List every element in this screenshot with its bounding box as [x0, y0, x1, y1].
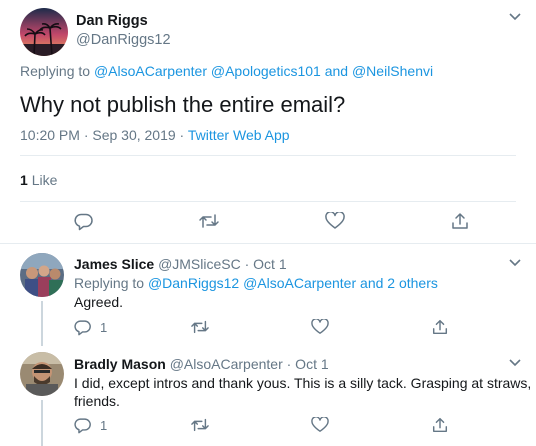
retweet-icon	[190, 318, 210, 336]
tweet-source-link[interactable]: Twitter Web App	[188, 127, 290, 143]
likes-stat[interactable]: 1 Like	[20, 172, 57, 188]
reply-text-line: I did, except intros and thank yous. Thi…	[74, 375, 532, 391]
likes-label: Like	[31, 172, 58, 188]
reply-icon	[74, 416, 92, 434]
reply-avatar[interactable]	[20, 352, 64, 396]
reply-meta[interactable]: @JMSliceSC · Oct 1	[158, 256, 287, 272]
reply-header: James Slice @JMSliceSC · Oct 1	[74, 256, 287, 272]
retweet-icon	[190, 416, 210, 434]
reply-header: Bradly Mason @AlsoACarpenter · Oct 1	[74, 356, 329, 372]
reply-replying-to: Replying to @DanRiggs12 @AlsoACarpenter …	[74, 275, 438, 291]
share-icon	[431, 416, 449, 434]
tweet-text: Why not publish the entire email?	[20, 92, 346, 117]
reply-text: I did, except intros and thank yous. Thi…	[74, 374, 531, 410]
replying-to-label: Replying to	[74, 275, 145, 291]
share-icon	[450, 211, 470, 231]
reply-button[interactable]: 1	[74, 416, 107, 434]
mention-others[interactable]: and 2 others	[360, 275, 438, 291]
reply-author-name[interactable]: Bradly Mason	[74, 356, 166, 372]
reply-menu-chevron-icon[interactable]	[508, 358, 522, 368]
retweet-button[interactable]	[190, 416, 210, 434]
mention-and: and	[324, 63, 349, 79]
thread-line	[41, 301, 43, 346]
mention-link[interactable]: @NeilShenvi	[352, 63, 433, 79]
mention-link[interactable]: @DanRiggs12	[148, 275, 239, 291]
reply-icon	[74, 211, 94, 231]
share-button[interactable]	[431, 318, 449, 336]
replying-to: Replying to @AlsoACarpenter @Apologetics…	[20, 63, 433, 79]
share-button[interactable]	[431, 416, 449, 434]
reply-button[interactable]	[74, 211, 94, 231]
reply-meta[interactable]: @AlsoACarpenter · Oct 1	[170, 356, 329, 372]
author-handle[interactable]: @DanRiggs12	[76, 32, 171, 48]
reply-menu-chevron-icon[interactable]	[508, 258, 522, 268]
reply-avatar[interactable]	[20, 253, 64, 297]
tweet-menu-chevron-icon[interactable]	[508, 12, 522, 22]
retweet-button[interactable]	[198, 211, 220, 231]
mention-link[interactable]: @Apologetics101	[211, 63, 321, 79]
mention-link[interactable]: @AlsoACarpenter	[243, 275, 356, 291]
tweet-timestamp-row: 10:20 PM · Sep 30, 2019 · Twitter Web Ap…	[20, 127, 290, 143]
reply-count: 1	[100, 319, 108, 335]
likes-count: 1	[20, 172, 28, 188]
reply-count: 1	[100, 417, 108, 433]
divider	[0, 243, 536, 244]
share-button[interactable]	[450, 211, 470, 231]
divider	[20, 155, 516, 156]
reply-text: Agreed.	[74, 294, 124, 310]
like-icon	[311, 417, 329, 433]
reply-icon	[74, 318, 92, 336]
like-button[interactable]	[311, 417, 329, 433]
reply-author-name[interactable]: James Slice	[74, 256, 154, 272]
divider	[20, 201, 516, 202]
author-name[interactable]: Dan Riggs	[76, 13, 148, 29]
replying-to-label: Replying to	[20, 63, 91, 79]
tweet-timestamp[interactable]: 10:20 PM · Sep 30, 2019 ·	[20, 127, 184, 143]
thread-line	[41, 400, 43, 446]
retweet-icon	[198, 211, 220, 231]
like-icon	[311, 319, 329, 335]
like-icon	[325, 212, 345, 230]
author-avatar[interactable]	[20, 8, 68, 56]
share-icon	[431, 318, 449, 336]
reply-text-line: friends.	[74, 393, 120, 409]
retweet-button[interactable]	[190, 318, 210, 336]
like-button[interactable]	[325, 212, 345, 230]
like-button[interactable]	[311, 319, 329, 335]
reply-button[interactable]: 1	[74, 318, 107, 336]
mention-link[interactable]: @AlsoACarpenter	[94, 63, 207, 79]
